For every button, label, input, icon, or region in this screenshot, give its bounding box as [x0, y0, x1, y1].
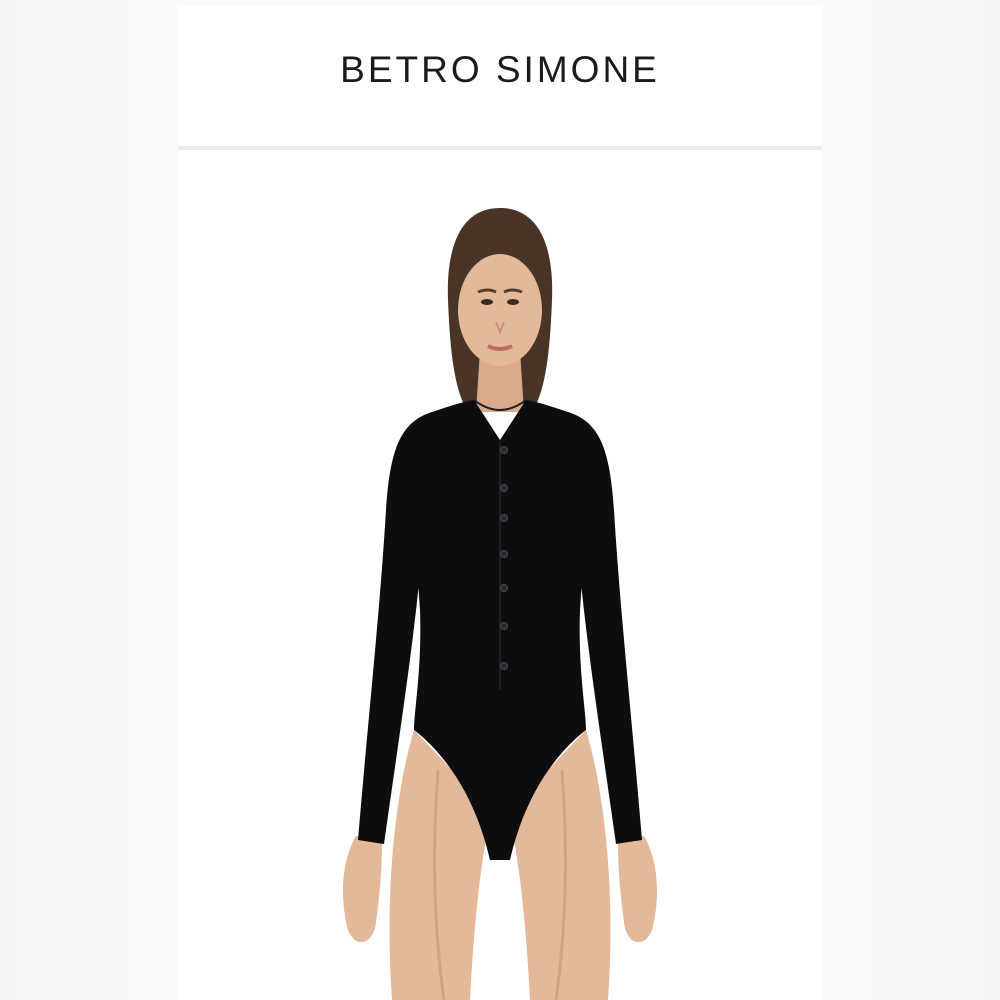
- model-illustration: [342, 208, 658, 1000]
- brand-header: BETRO SIMONE: [178, 6, 822, 146]
- product-photo[interactable]: [178, 150, 822, 1000]
- brand-logo-text: BETRO SIMONE: [340, 49, 660, 90]
- right-hand: [618, 836, 658, 943]
- screenshot-stage: BETRO SIMONE: [0, 0, 1000, 1000]
- product-card: BETRO SIMONE: [178, 6, 822, 1000]
- left-hand: [342, 836, 382, 943]
